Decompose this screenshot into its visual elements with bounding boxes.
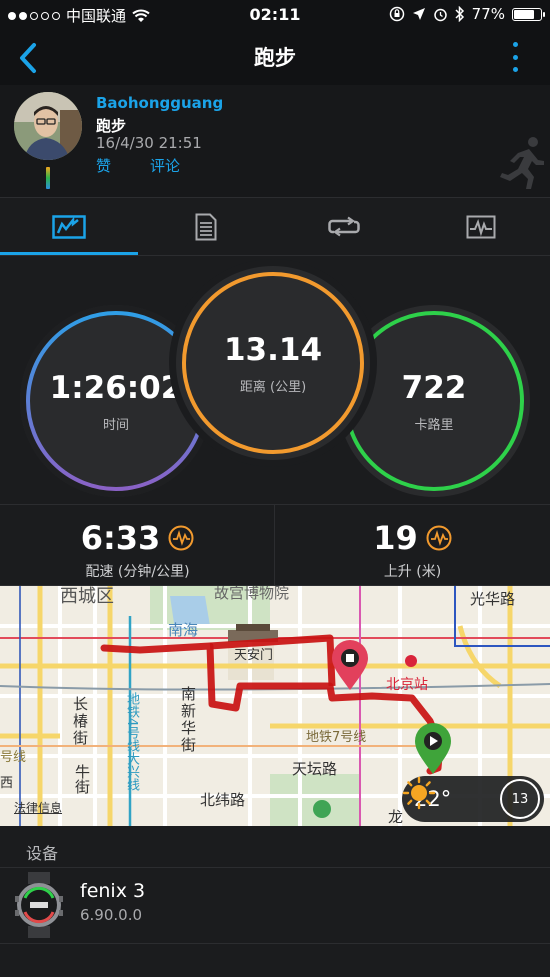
- map-label-line7: 地铁7号线: [306, 730, 367, 745]
- tab-bar: [0, 198, 550, 256]
- map-label-long: 龙: [388, 808, 404, 826]
- battery-percent: 77%: [471, 5, 505, 23]
- map-label-tiananmen: 天安门: [234, 648, 274, 663]
- ascent-value: 19: [373, 519, 418, 557]
- tab-details[interactable]: [138, 198, 276, 255]
- map-label-museum: 故宫博物院: [214, 586, 290, 602]
- laps-loop-icon: [328, 216, 360, 236]
- ascent-value-row: 19: [275, 519, 550, 557]
- document-list-icon: [195, 213, 217, 240]
- location-arrow-icon: [412, 8, 425, 20]
- summary-rings: 1:26:02 时间 722 卡路里 13.14 距离 (公里): [0, 256, 550, 504]
- map-label-tiantan: 天坛路: [292, 760, 338, 778]
- ascent-stat[interactable]: 19 上升 (米): [275, 505, 550, 587]
- route-map[interactable]: 西城区 故宫博物院 光华路 南海 天安门 北京站 长椿街 地铁4号线大兴线 南新…: [0, 586, 550, 826]
- status-bar: 中国联通 02:11 77%: [0, 0, 550, 30]
- distance-label: 距离 (公里): [239, 379, 307, 395]
- tab-stats[interactable]: [0, 198, 138, 255]
- device-version: 6.90.0.0: [80, 906, 143, 924]
- map-legal-link[interactable]: 法律信息: [14, 799, 62, 816]
- footer-area: [0, 943, 550, 977]
- weather-badge[interactable]: 22° 13: [402, 776, 544, 822]
- more-vertical-icon: [512, 42, 518, 47]
- calories-label: 卡路里: [414, 417, 454, 433]
- orientation-lock-icon: [389, 6, 404, 22]
- distance-value: 13.14: [223, 331, 323, 368]
- route-start-pin[interactable]: [415, 723, 451, 774]
- map-label-xicheng: 西城区: [60, 586, 114, 607]
- map-label-changchun: 长椿街: [71, 696, 89, 747]
- page-title: 跑步: [254, 46, 296, 70]
- battery-icon: [512, 7, 545, 21]
- activity-header: [0, 85, 550, 198]
- running-person-icon: [500, 137, 544, 189]
- sun-icon: [402, 776, 436, 810]
- alarm-clock-icon: [433, 8, 447, 21]
- device-item[interactable]: fenix 3 6.90.0.0: [0, 868, 550, 943]
- pulse-chart-icon: [426, 525, 452, 551]
- time-label: 时间: [102, 417, 129, 433]
- distance-ring: 13.14 距离 (公里): [176, 266, 370, 460]
- map-label-beijing-station: 北京站: [386, 677, 428, 693]
- heart-rate-graph-icon: [466, 215, 496, 238]
- map-label-line4: 地铁4号线大兴线: [124, 692, 139, 792]
- more-options-button[interactable]: [510, 42, 520, 72]
- map-label-line-left: 号线: [0, 750, 27, 765]
- tab-heart-rate[interactable]: [413, 198, 550, 255]
- time-value: 1:26:02: [49, 369, 183, 406]
- calories-value: 722: [401, 369, 467, 406]
- avatar-photo: [14, 92, 82, 160]
- map-label-beiwei: 北纬路: [200, 791, 246, 809]
- device-section-title: 设备: [26, 844, 59, 863]
- stats-chart-icon: [52, 214, 86, 239]
- username[interactable]: Baohongguang: [96, 94, 223, 112]
- avatar[interactable]: [14, 92, 82, 160]
- map-label-nanhai: 南海: [168, 621, 199, 639]
- pace-value-row: 6:33: [0, 519, 275, 557]
- comment-button[interactable]: 评论: [150, 155, 180, 176]
- stats-row: 6:33 配速 (分钟/公里) 19 上升 (米): [0, 504, 550, 587]
- nav-bar: 跑步: [0, 30, 550, 85]
- map-label-west: 西: [0, 776, 14, 791]
- status-right-group: 77%: [389, 5, 545, 23]
- device-name: fenix 3: [80, 880, 146, 902]
- map-label-niujie: 牛街: [73, 764, 91, 794]
- map-label-nanxinhua: 南新华街: [179, 686, 197, 754]
- wind-speed-value: 13: [511, 791, 529, 807]
- device-section-header: 设备: [0, 826, 550, 868]
- ascent-label: 上升 (米): [383, 564, 442, 580]
- wind-speed-icon: 13: [500, 779, 540, 819]
- pulse-chart-icon: [168, 525, 194, 551]
- activity-datetime: 16/4/30 21:51: [96, 134, 202, 152]
- map-label-guanghua: 光华路: [470, 590, 516, 608]
- pace-value: 6:33: [80, 519, 161, 557]
- watch-icon: [15, 872, 63, 938]
- pace-label: 配速 (分钟/公里): [85, 564, 190, 580]
- activity-type: 跑步: [96, 117, 127, 135]
- level-badge: [46, 167, 50, 189]
- bluetooth-icon: [455, 6, 464, 22]
- route-end-pin[interactable]: [332, 640, 368, 690]
- like-button[interactable]: 赞: [96, 155, 111, 176]
- pace-stat[interactable]: 6:33 配速 (分钟/公里): [0, 505, 275, 587]
- tab-laps[interactable]: [275, 198, 413, 255]
